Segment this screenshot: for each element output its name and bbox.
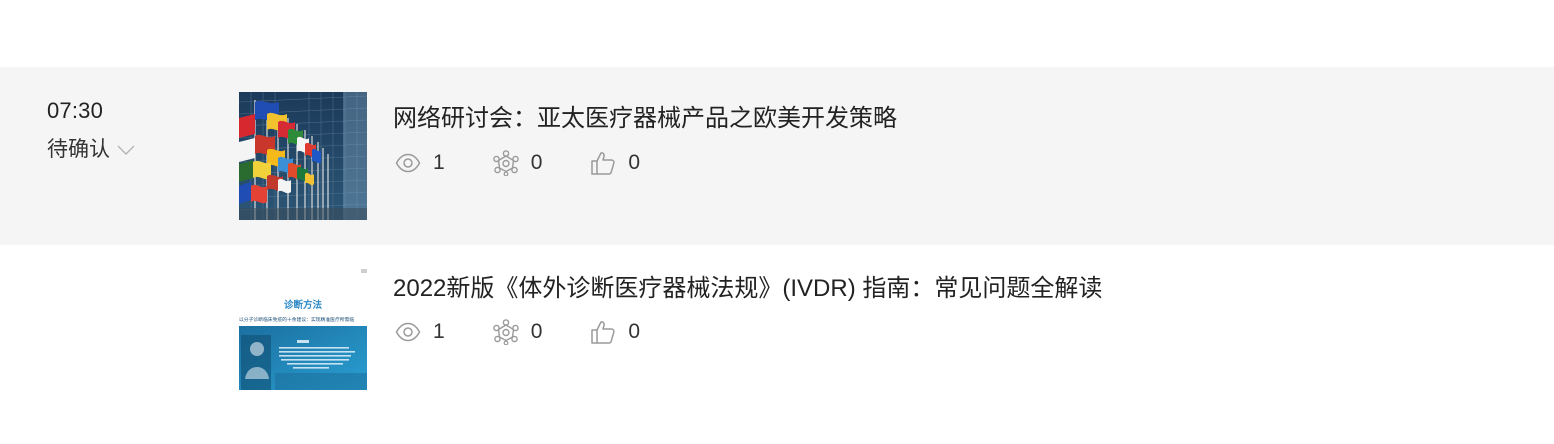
thumbs-up-icon	[591, 321, 616, 344]
chevron-down-icon	[117, 145, 135, 155]
likes-stat[interactable]: 0	[590, 150, 640, 176]
thumbnail-image[interactable]: 诊断方法 以分子诊断临床免疫的十余建议：实现精准医疗所需临	[239, 269, 367, 390]
eye-icon	[395, 322, 421, 342]
shares-count: 0	[530, 320, 543, 343]
article-list: 07:30 待确认 网络研讨会：亚太医疗器械产品之欧美开发策略 1 0 0 诊断…	[0, 0, 1554, 444]
eu-flags-photo	[239, 92, 367, 220]
diagnosis-slide-image: 诊断方法 以分子诊断临床免疫的十余建议：实现精准医疗所需临	[239, 269, 367, 390]
status-label: 待确认	[47, 138, 110, 161]
shares-stat[interactable]: 0	[492, 319, 543, 345]
list-item[interactable]: 诊断方法 以分子诊断临床免疫的十余建议：实现精准医疗所需临 2022新版《体外诊…	[0, 245, 1554, 415]
likes-count: 0	[628, 151, 641, 174]
views-stat[interactable]: 1	[395, 151, 445, 175]
views-stat[interactable]: 1	[395, 320, 445, 344]
list-item[interactable]: 07:30 待确认 网络研讨会：亚太医疗器械产品之欧美开发策略 1 0 0	[0, 67, 1554, 245]
likes-stat[interactable]: 0	[590, 319, 640, 345]
article-title[interactable]: 2022新版《体外诊断医疗器械法规》(IVDR) 指南：常见问题全解读	[393, 268, 1102, 303]
thumbs-up-icon	[591, 152, 616, 175]
article-title[interactable]: 网络研讨会：亚太医疗器械产品之欧美开发策略	[393, 98, 897, 133]
shares-stat[interactable]: 0	[492, 150, 543, 176]
slide-heading: 诊断方法	[284, 299, 323, 311]
schedule-time: 07:30	[47, 98, 104, 123]
eye-icon	[395, 153, 421, 173]
shares-count: 0	[530, 151, 543, 174]
views-count: 1	[433, 320, 445, 343]
share-network-icon	[492, 319, 519, 345]
likes-count: 0	[628, 320, 641, 343]
views-count: 1	[433, 151, 445, 174]
slide-subheading: 以分子诊断临床免疫的十余建议：实现精准医疗所需临	[239, 316, 354, 323]
stats-bar: 1 0 0	[395, 319, 688, 345]
share-network-icon	[492, 150, 519, 176]
status-dropdown[interactable]: 待确认	[47, 133, 136, 163]
thumbnail-image[interactable]	[239, 92, 367, 220]
stats-bar: 1 0 0	[395, 150, 688, 176]
